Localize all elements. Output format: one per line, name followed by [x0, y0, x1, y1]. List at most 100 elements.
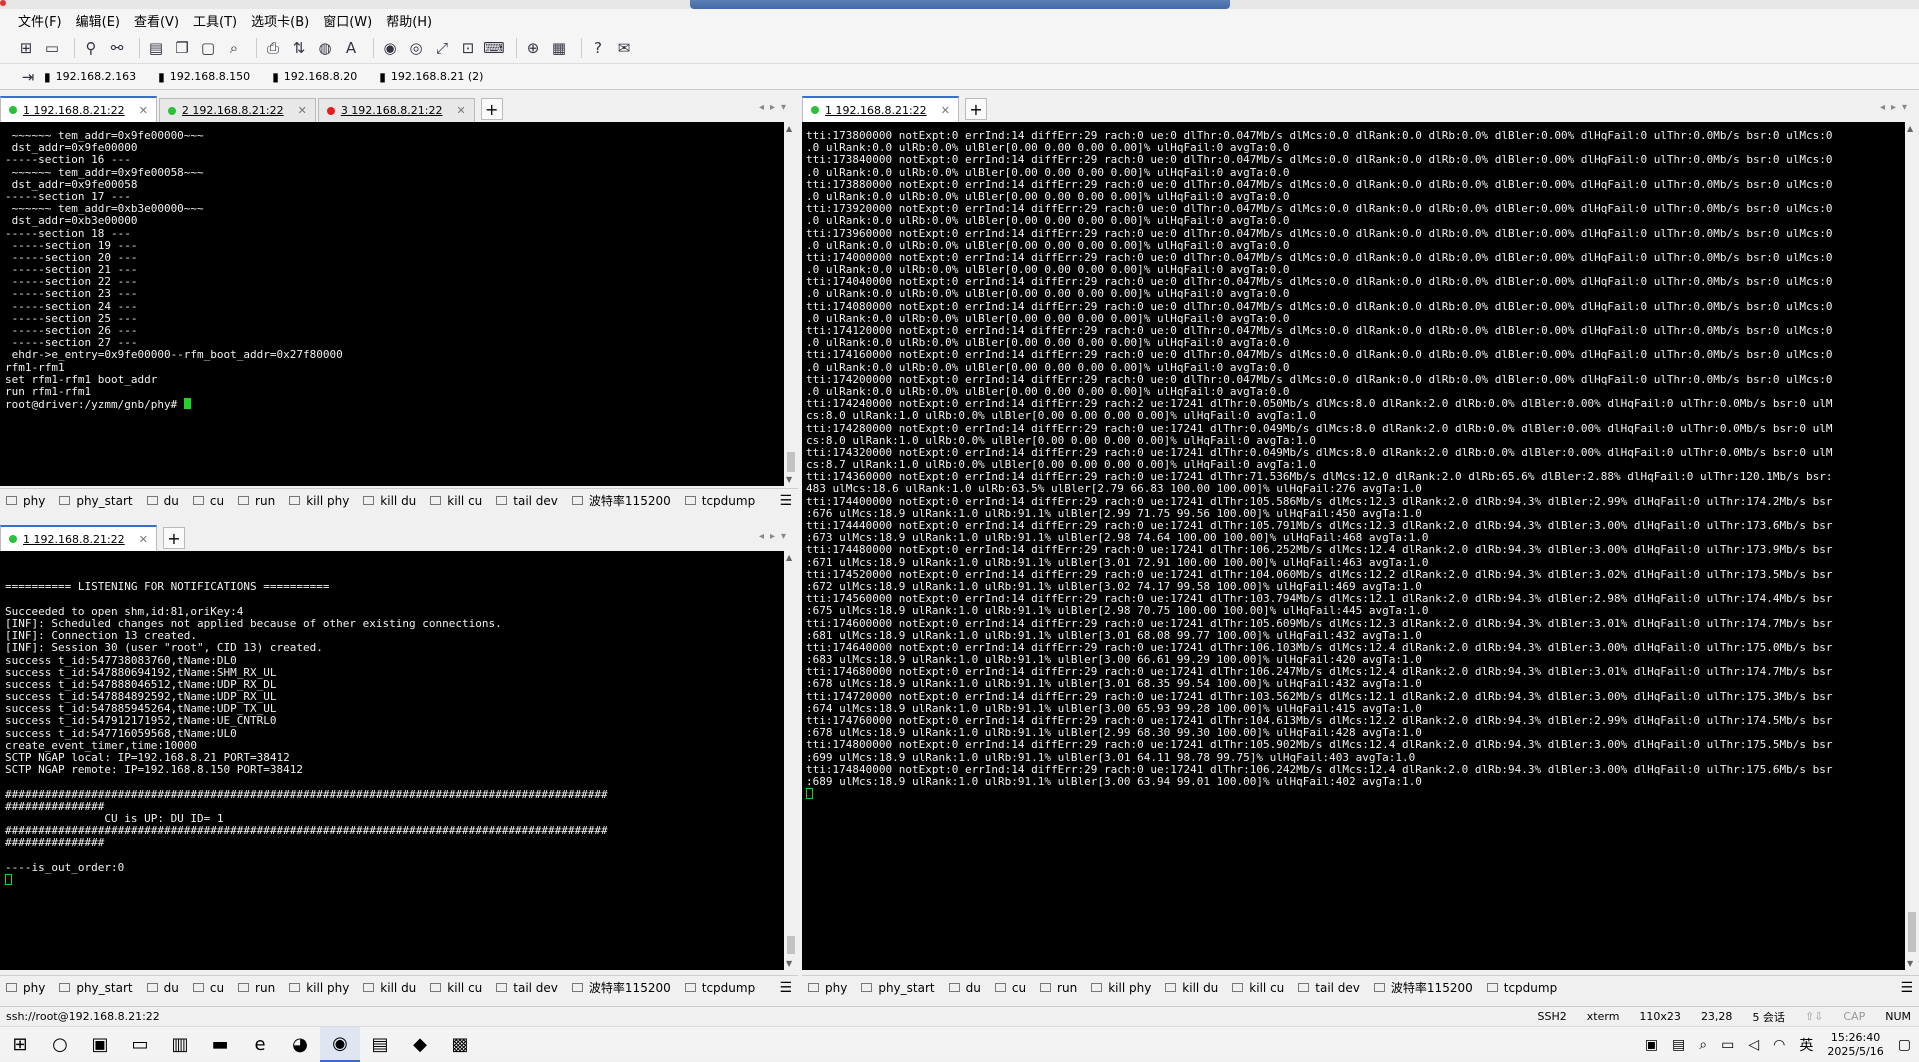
- scroll-down-icon[interactable]: ▼: [1907, 959, 1913, 968]
- file-explorer-icon[interactable]: ▬: [200, 1027, 240, 1062]
- menu-tabs[interactable]: 选项卡(B): [251, 11, 309, 30]
- tab-nav-arrows-icon[interactable]: ◂▸▾: [759, 531, 792, 542]
- quick-command-button[interactable]: phy_start: [59, 494, 133, 508]
- quick-command-button[interactable]: tcpdump: [1486, 981, 1557, 995]
- quick-command-button[interactable]: cu: [994, 981, 1026, 995]
- terminal-app-icon[interactable]: ▭: [120, 1027, 160, 1062]
- bookmark-item[interactable]: ▮ 192.168.8.20: [272, 70, 357, 84]
- quick-command-button[interactable]: phy_start: [861, 981, 935, 995]
- globe-icon[interactable]: ◍: [315, 38, 335, 58]
- quick-command-button[interactable]: kill du: [1165, 981, 1218, 995]
- quick-command-button[interactable]: du: [146, 981, 179, 995]
- scroll-up-icon[interactable]: ▲: [1907, 124, 1913, 133]
- title-tab[interactable]: [690, 0, 1230, 9]
- tray-app-icon[interactable]: ▤: [1672, 1037, 1685, 1053]
- session-tab-3[interactable]: 3 192.168.8.21:22 ✕: [317, 98, 475, 122]
- script-icon[interactable]: ◉: [380, 38, 400, 58]
- print-icon[interactable]: ⎙: [263, 38, 283, 58]
- session-tab-1[interactable]: 1 192.168.8.21:22 ✕: [0, 525, 157, 551]
- quick-command-button[interactable]: run: [1040, 981, 1077, 995]
- scroll-down-icon[interactable]: ▼: [786, 475, 792, 484]
- transfer-icon[interactable]: ⇅: [289, 38, 309, 58]
- quick-command-button[interactable]: tail dev: [496, 494, 558, 508]
- green-app-icon[interactable]: ◆: [400, 1027, 440, 1062]
- properties-icon[interactable]: ▤: [146, 38, 166, 58]
- help-icon[interactable]: ?: [588, 38, 608, 58]
- find-icon[interactable]: ⌕: [224, 38, 244, 58]
- quick-command-button[interactable]: kill du: [363, 981, 416, 995]
- layout-icon[interactable]: ▦: [549, 38, 569, 58]
- chat-icon[interactable]: ✉: [614, 38, 634, 58]
- quick-command-button[interactable]: tail dev: [1298, 981, 1360, 995]
- scrollbar[interactable]: ▲ ▼: [1905, 122, 1919, 970]
- task-view-icon[interactable]: ▣: [80, 1027, 120, 1062]
- tray-app-icon[interactable]: ▣: [1645, 1037, 1658, 1053]
- bookmark-item[interactable]: ▮ 192.168.8.150: [158, 70, 250, 84]
- close-icon[interactable]: ✕: [139, 533, 148, 546]
- session-tab-2[interactable]: 2 192.168.8.21:22 ✕: [158, 98, 316, 122]
- quick-command-button[interactable]: 波特率115200: [1373, 979, 1473, 996]
- bookmark-item[interactable]: ▮ 192.168.2.163: [44, 70, 136, 84]
- copy-icon[interactable]: ❐: [172, 38, 192, 58]
- quick-command-button[interactable]: kill cu: [430, 981, 482, 995]
- quick-command-button[interactable]: 波特率115200: [571, 492, 671, 509]
- menu-file[interactable]: 文件(F): [18, 11, 62, 30]
- tab-nav-arrows-icon[interactable]: ◂▸▾: [759, 102, 792, 113]
- quick-command-button[interactable]: du: [948, 981, 981, 995]
- scroll-down-icon[interactable]: ▼: [786, 959, 792, 968]
- add-tab-button[interactable]: +: [964, 98, 987, 120]
- quick-command-button[interactable]: kill cu: [1232, 981, 1284, 995]
- command-menu-icon[interactable]: ☰: [779, 980, 792, 996]
- tab-nav-arrows-icon[interactable]: ◂▸▾: [1880, 102, 1913, 113]
- notification-icon[interactable]: ▢: [1898, 1037, 1911, 1053]
- chrome-browser-icon[interactable]: ◕: [280, 1027, 320, 1062]
- scrollbar[interactable]: ▲ ▼: [784, 122, 798, 486]
- blue-app-icon[interactable]: ▩: [440, 1027, 480, 1062]
- quick-command-button[interactable]: 波特率115200: [571, 979, 671, 996]
- menu-edit[interactable]: 编辑(E): [76, 11, 120, 30]
- font-icon[interactable]: A: [341, 38, 361, 58]
- lock-icon[interactable]: ⊡: [458, 38, 478, 58]
- close-icon[interactable]: ✕: [941, 104, 950, 117]
- close-icon[interactable]: ✕: [298, 104, 307, 117]
- quick-command-button[interactable]: cu: [192, 981, 224, 995]
- connect-icon[interactable]: ⚲: [81, 38, 101, 58]
- quick-command-button[interactable]: du: [146, 494, 179, 508]
- menu-view[interactable]: 查看(V): [134, 11, 179, 30]
- network-app-icon[interactable]: ▥: [160, 1027, 200, 1062]
- new-tab-icon[interactable]: ⊕: [523, 38, 543, 58]
- open-folder-icon[interactable]: ▭: [42, 38, 62, 58]
- quick-command-button[interactable]: kill du: [363, 494, 416, 508]
- quick-command-button[interactable]: tcpdump: [684, 981, 755, 995]
- menu-help[interactable]: 帮助(H): [386, 11, 432, 30]
- disconnect-icon[interactable]: ⚯: [107, 38, 127, 58]
- quick-command-button[interactable]: run: [238, 494, 275, 508]
- scrollbar-thumb[interactable]: [787, 936, 795, 954]
- close-icon[interactable]: ✕: [139, 104, 148, 117]
- quick-command-button[interactable]: kill phy: [289, 981, 349, 995]
- quick-command-button[interactable]: phy_start: [59, 981, 133, 995]
- terminal-output[interactable]: tti:173800000 notExpt:0 errInd:14 diffEr…: [802, 130, 1902, 968]
- volume-icon[interactable]: ◁: [1748, 1037, 1759, 1053]
- session-tab-1[interactable]: 1 192.168.8.21:22 ✕: [802, 96, 959, 122]
- tray-battery-icon[interactable]: ▭: [1721, 1037, 1734, 1053]
- menu-tools[interactable]: 工具(T): [193, 11, 237, 30]
- fullscreen-icon[interactable]: ⤢: [432, 38, 452, 58]
- clock[interactable]: 15:26:40 2025/5/16: [1827, 1031, 1883, 1059]
- quick-command-button[interactable]: phy: [6, 981, 45, 995]
- terminal-pane-bottom-left[interactable]: ========== LISTENING FOR NOTIFICATIONS =…: [0, 551, 798, 970]
- menu-window[interactable]: 窗口(W): [323, 11, 372, 30]
- scrollbar-thumb[interactable]: [1908, 912, 1916, 952]
- quick-command-button[interactable]: phy: [808, 981, 847, 995]
- edge-browser-icon[interactable]: e: [240, 1027, 280, 1062]
- quick-command-button[interactable]: tail dev: [496, 981, 558, 995]
- command-menu-icon[interactable]: ☰: [779, 493, 792, 509]
- quick-command-button[interactable]: kill phy: [289, 494, 349, 508]
- start-icon[interactable]: ⊞: [0, 1027, 40, 1062]
- xshell-app-icon[interactable]: ◉: [320, 1026, 360, 1062]
- terminal-output[interactable]: ========== LISTENING FOR NOTIFICATIONS =…: [0, 557, 780, 967]
- scroll-up-icon[interactable]: ▲: [786, 553, 792, 562]
- terminal-pane-right[interactable]: tti:173800000 notExpt:0 errInd:14 diffEr…: [802, 122, 1919, 970]
- quick-command-button[interactable]: cu: [192, 494, 224, 508]
- quick-command-button[interactable]: kill cu: [430, 494, 482, 508]
